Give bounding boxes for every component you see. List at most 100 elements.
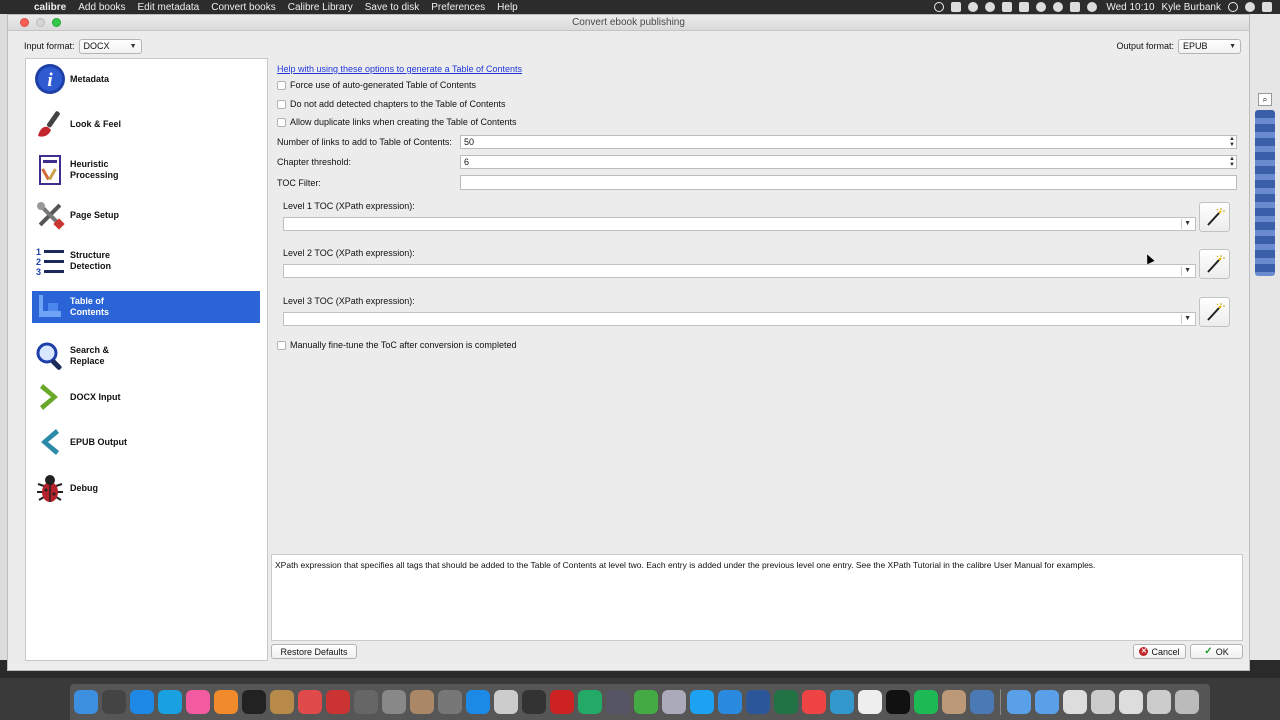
chevron-down-icon[interactable]: ▼ <box>1184 220 1191 227</box>
bluetooth-icon[interactable] <box>1036 2 1047 12</box>
launchpad-icon[interactable] <box>102 690 126 714</box>
manual-finetune-checkbox[interactable]: Manually fine-tune the ToC after convers… <box>277 340 516 350</box>
document-icon[interactable] <box>1063 690 1087 714</box>
menu-add-books[interactable]: Add books <box>72 2 131 13</box>
record-icon[interactable] <box>934 2 945 12</box>
level3-toc-input[interactable]: ▼ <box>283 312 1196 326</box>
menu-calibre-library[interactable]: Calibre Library <box>282 2 359 13</box>
notes-icon[interactable] <box>270 690 294 714</box>
cancel-button[interactable]: ✕ Cancel <box>1133 644 1186 659</box>
calendar-icon[interactable] <box>802 690 826 714</box>
level1-wizard-button[interactable] <box>1199 202 1230 232</box>
preview-icon[interactable] <box>662 690 686 714</box>
itunes-icon[interactable] <box>186 690 210 714</box>
media-player-icon[interactable] <box>886 690 910 714</box>
sidebar-item-search-replace[interactable]: Search & Replace <box>32 336 260 376</box>
restore-defaults-button[interactable]: Restore Defaults <box>271 644 357 659</box>
app-store-icon[interactable] <box>130 690 154 714</box>
chrome-icon[interactable] <box>634 690 658 714</box>
folder-icon[interactable] <box>1035 690 1059 714</box>
trash-icon[interactable] <box>1175 690 1199 714</box>
sidebar-item-look-and-feel[interactable]: Look & Feel <box>32 108 260 140</box>
menu-app-name[interactable]: calibre <box>28 2 72 13</box>
word-icon[interactable] <box>746 690 770 714</box>
input-format-select[interactable]: DOCX ▼ <box>78 38 142 54</box>
checkbox-box[interactable] <box>277 99 286 109</box>
sidebar-item-epub-output[interactable]: EPUB Output <box>32 426 260 458</box>
app-icon[interactable] <box>1019 2 1030 12</box>
dropbox-icon[interactable] <box>951 2 962 12</box>
utility-icon[interactable] <box>410 690 434 714</box>
close-window-icon[interactable] <box>20 18 29 27</box>
safari-icon[interactable] <box>466 690 490 714</box>
menu-convert-books[interactable]: Convert books <box>205 2 281 13</box>
chevron-down-icon[interactable]: ▼ <box>1184 267 1191 274</box>
display-icon[interactable] <box>1070 2 1081 12</box>
menu-preferences[interactable]: Preferences <box>425 2 491 13</box>
folder-icon[interactable] <box>1007 690 1031 714</box>
cloud-icon[interactable] <box>968 2 979 12</box>
kindle-icon[interactable] <box>522 690 546 714</box>
volume-icon[interactable] <box>1087 2 1098 12</box>
sidebar-item-docx-input[interactable]: DOCX Input <box>32 381 260 413</box>
app-icon[interactable] <box>578 690 602 714</box>
output-format-select[interactable]: EPUB ▼ <box>1178 38 1241 54</box>
no-detected-chapters-checkbox[interactable]: Do not add detected chapters to the Tabl… <box>277 99 505 109</box>
sidebar-item-structure-detection[interactable]: 123 Structure Detection <box>32 245 260 277</box>
notification-center-icon[interactable] <box>1262 2 1272 12</box>
clock[interactable]: Wed 10:10 <box>1106 2 1154 13</box>
sidebar-item-metadata[interactable]: i Metadata <box>32 63 260 95</box>
tool-icon[interactable] <box>550 690 574 714</box>
messages-icon[interactable] <box>718 690 742 714</box>
sidebar-item-page-setup[interactable]: Page Setup <box>32 199 260 231</box>
disk-utility-icon[interactable] <box>382 690 406 714</box>
checkbox-box[interactable] <box>277 117 286 127</box>
spin-arrows-icon[interactable]: ▲ ▼ <box>1229 156 1235 168</box>
chapter-threshold-spinbox[interactable]: 6 ▲ ▼ <box>460 155 1237 169</box>
sidebar-item-debug[interactable]: Debug <box>32 472 260 504</box>
chevron-down-icon[interactable]: ▼ <box>1184 315 1191 322</box>
sidebar-item-heuristic-processing[interactable]: Heuristic Processing <box>32 154 260 186</box>
excel-icon[interactable] <box>774 690 798 714</box>
toc-help-link[interactable]: Help with using these options to generat… <box>277 64 522 74</box>
drop-icon[interactable] <box>985 2 996 12</box>
level1-toc-input[interactable]: ▼ <box>283 217 1196 231</box>
siri-icon[interactable] <box>1245 2 1255 12</box>
document-icon[interactable] <box>1119 690 1143 714</box>
script-editor-icon[interactable] <box>354 690 378 714</box>
window-icon[interactable] <box>1091 690 1115 714</box>
toc-filter-input[interactable] <box>460 175 1237 190</box>
level3-wizard-button[interactable] <box>1199 297 1230 327</box>
spotify-icon[interactable] <box>914 690 938 714</box>
user-name[interactable]: Kyle Burbank <box>1162 2 1221 13</box>
twitter-icon[interactable] <box>690 690 714 714</box>
finder-icon[interactable] <box>74 690 98 714</box>
sidebar-item-table-of-contents[interactable]: Table of Contents <box>32 291 260 323</box>
photos-icon[interactable] <box>298 690 322 714</box>
window-icon[interactable] <box>1147 690 1171 714</box>
photo-booth-icon[interactable] <box>326 690 350 714</box>
menu-edit-metadata[interactable]: Edit metadata <box>132 2 206 13</box>
level2-toc-input[interactable]: ▼ <box>283 264 1196 278</box>
skype-icon[interactable] <box>158 690 182 714</box>
ok-button[interactable]: ✓ OK <box>1190 644 1243 659</box>
spin-arrows-icon[interactable]: ▲ ▼ <box>1229 136 1235 148</box>
level2-wizard-button[interactable] <box>1199 249 1230 279</box>
app-icon[interactable] <box>970 690 994 714</box>
spotlight-icon[interactable] <box>1228 2 1238 12</box>
wifi-icon[interactable] <box>1053 2 1064 12</box>
scrivener-icon[interactable] <box>858 690 882 714</box>
menu-save-to-disk[interactable]: Save to disk <box>359 2 425 13</box>
num-links-spinbox[interactable]: 50 ▲ ▼ <box>460 135 1237 149</box>
pen-icon[interactable] <box>606 690 630 714</box>
system-preferences-icon[interactable] <box>438 690 462 714</box>
checkbox-box[interactable] <box>277 80 286 90</box>
h-icon[interactable] <box>1002 2 1013 12</box>
dvd-player-icon[interactable] <box>494 690 518 714</box>
ibooks-icon[interactable] <box>214 690 238 714</box>
app-icon[interactable] <box>830 690 854 714</box>
checkbox-box[interactable] <box>277 340 286 350</box>
dashboard-icon[interactable] <box>242 690 266 714</box>
zoom-window-icon[interactable] <box>52 18 61 27</box>
menu-help[interactable]: Help <box>491 2 524 13</box>
